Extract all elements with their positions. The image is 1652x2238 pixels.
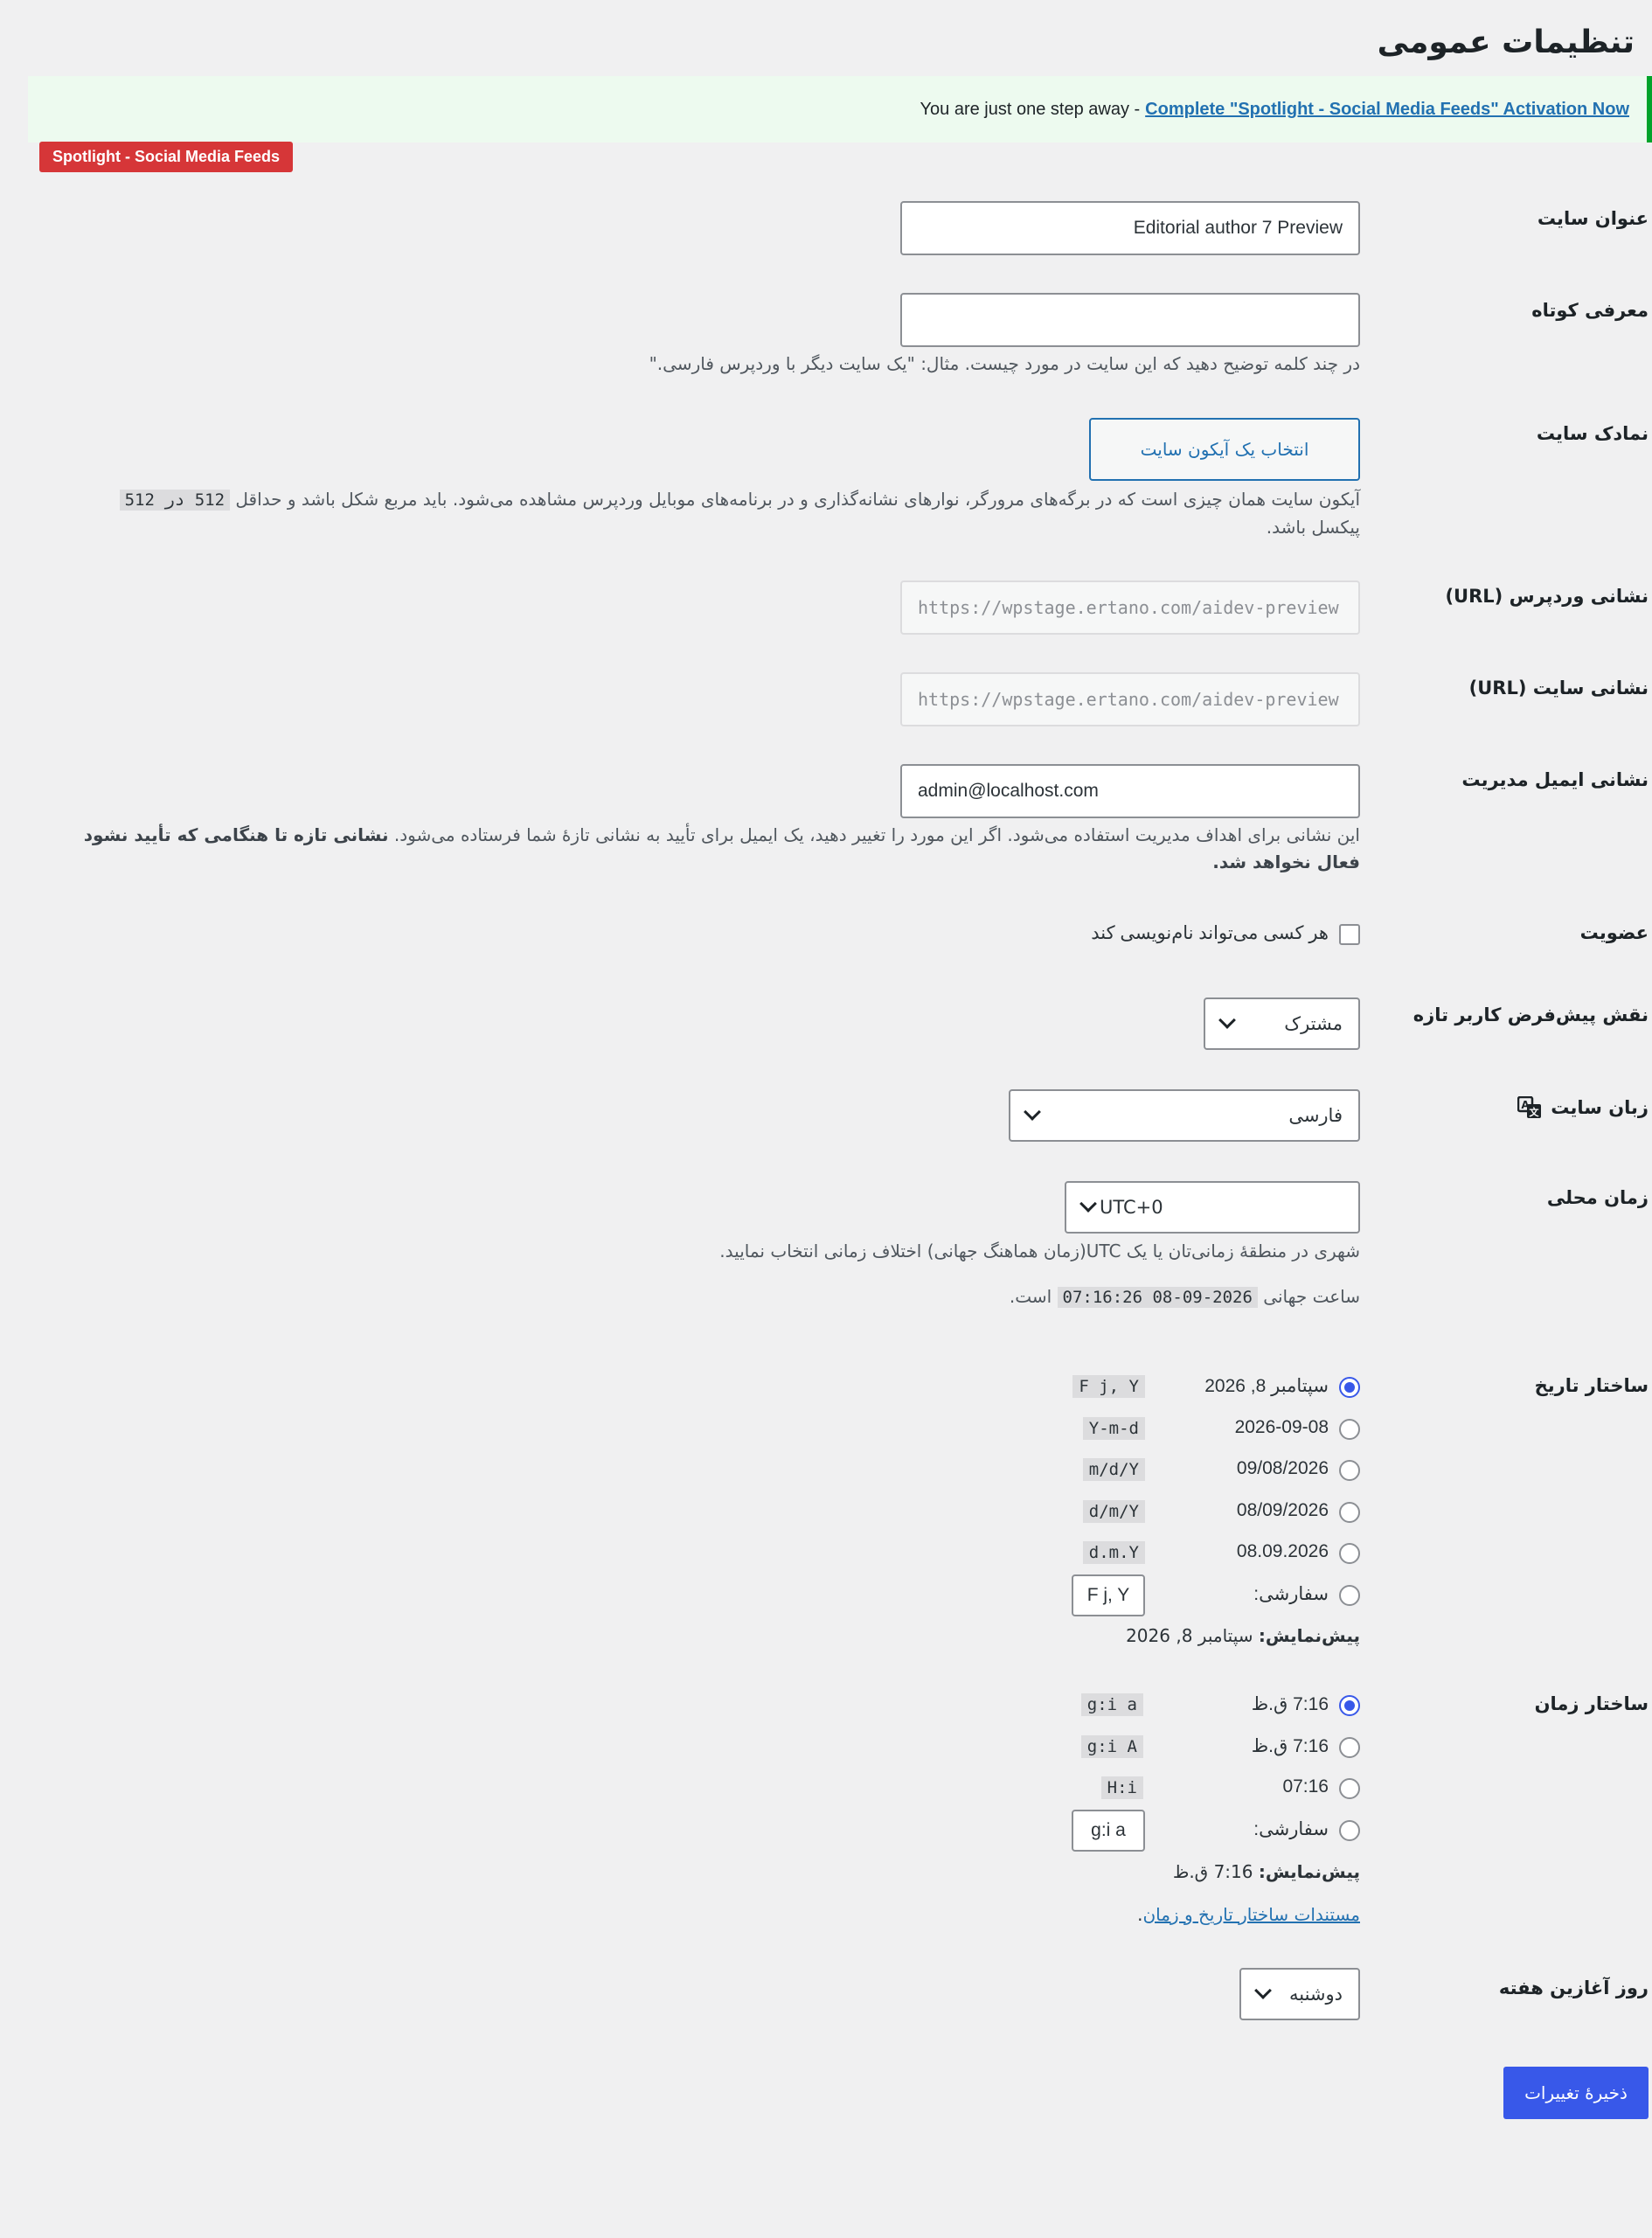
chevron-down-icon	[1079, 1195, 1097, 1213]
chevron-down-icon	[1218, 1011, 1236, 1029]
utc-suffix: است.	[1009, 1286, 1052, 1307]
date-format-option-code: d/m/Y	[1082, 1500, 1145, 1523]
default-role-value: مشترک	[1284, 1013, 1343, 1034]
utc-prefix: ساعت جهانی	[1263, 1286, 1360, 1307]
time-format-radio[interactable]	[1339, 1778, 1360, 1799]
date-format-custom-input[interactable]: F j, Y	[1072, 1574, 1145, 1616]
plugin-badge: Spotlight - Social Media Feeds	[39, 142, 294, 172]
site-icon-size-code: 512 در 512	[119, 490, 231, 511]
date-preview-value: سپتامبر 8, 2026	[1126, 1625, 1253, 1646]
date-format-option-text: سپتامبر 8, 2026	[1204, 1376, 1329, 1396]
site-title-label: عنوان سایت	[1537, 208, 1649, 229]
time-format-custom-radio[interactable]	[1339, 1820, 1360, 1841]
site-language-value: فارسی	[1288, 1105, 1343, 1126]
date-format-custom-radio[interactable]	[1339, 1585, 1360, 1606]
date-format-radio[interactable]	[1339, 1419, 1360, 1440]
date-format-radio[interactable]	[1339, 1377, 1360, 1398]
time-format-option-text: 7:16 ق.ظ	[1251, 1694, 1329, 1714]
site-icon-desc-a: آیکون سایت همان چیزی است که در برگه‌های …	[235, 489, 1360, 510]
date-time-docs-link[interactable]: مستندات ساختار تاریخ و زمان	[1142, 1904, 1360, 1925]
time-format-radio[interactable]	[1339, 1737, 1360, 1758]
tagline-label: معرفی کوتاه	[1531, 300, 1649, 321]
admin-email-description: این نشانی برای اهداف مدیریت استفاده می‌ش…	[52, 822, 1360, 876]
wp-url-label: نشانی وردپرس (URL)	[1445, 586, 1649, 607]
timezone-description: شهری در منطقهٔ زمانی‌تان یا یک UTC(زمان …	[719, 1241, 1360, 1261]
timezone-label: زمان محلی	[1546, 1187, 1649, 1208]
timezone-select[interactable]: UTC+0	[1065, 1181, 1360, 1234]
timezone-value: UTC+0	[1100, 1197, 1163, 1218]
time-format-preview: پیش‌نمایش: 7:16 ق.ظ	[1173, 1861, 1360, 1882]
site-language-select[interactable]: فارسی	[1009, 1089, 1360, 1142]
date-format-label: ساختار تاریخ	[1534, 1375, 1649, 1396]
admin-email-desc: این نشانی برای اهداف مدیریت استفاده می‌ش…	[393, 824, 1360, 845]
membership-label: عضویت	[1579, 922, 1649, 943]
date-format-option-code: F j, Y	[1072, 1375, 1145, 1398]
site-icon-description: آیکون سایت همان چیزی است که در برگه‌های …	[72, 486, 1360, 541]
week-start-value: دوشنبه	[1288, 1984, 1343, 2005]
notice-text: You are just one step away -	[920, 99, 1141, 119]
time-format-option-code: g:i a	[1080, 1693, 1143, 1716]
date-format-radio[interactable]	[1339, 1543, 1360, 1564]
date-format-option-code: m/d/Y	[1082, 1458, 1145, 1481]
chevron-down-icon	[1024, 1103, 1041, 1121]
site-icon-desc-b: پیکسل باشد.	[1266, 517, 1360, 538]
time-format-option-text: 7:16 ق.ظ	[1251, 1736, 1329, 1756]
default-role-label: نقش پیش‌فرض کاربر تازه	[1413, 1004, 1649, 1025]
translation-icon: A 文	[1517, 1096, 1542, 1118]
admin-email-input[interactable]: admin@localhost.com	[900, 764, 1360, 818]
site-url-label: نشانی سایت (URL)	[1468, 678, 1649, 699]
date-format-radio[interactable]	[1339, 1460, 1360, 1481]
time-preview-label: پیش‌نمایش:	[1258, 1861, 1360, 1882]
site-url-input[interactable]: https://wpstage.ertano.com/aidev-preview	[900, 672, 1360, 726]
date-format-preview: پیش‌نمایش: سپتامبر 8, 2026	[1126, 1625, 1360, 1646]
save-changes-button[interactable]: ذخیرهٔ تغییرات	[1503, 2067, 1649, 2119]
site-language-text: زبان سایت	[1551, 1097, 1649, 1118]
time-format-option-text: 07:16	[1282, 1776, 1329, 1797]
choose-site-icon-button[interactable]: انتخاب یک آیکون سایت	[1089, 418, 1360, 481]
date-preview-label: پیش‌نمایش:	[1258, 1625, 1360, 1646]
tagline-input[interactable]	[900, 293, 1360, 347]
date-format-option-text: 09/08/2026	[1236, 1458, 1329, 1478]
time-format-custom-input[interactable]: g:i a	[1072, 1810, 1145, 1852]
time-format-option-code: g:i A	[1080, 1735, 1143, 1758]
week-start-select[interactable]: دوشنبه	[1239, 1968, 1360, 2020]
time-format-option-code: H:i	[1100, 1776, 1143, 1799]
membership-checkbox[interactable]	[1339, 924, 1360, 945]
date-format-option-text: 08/09/2026	[1236, 1500, 1329, 1520]
date-time-docs: مستندات ساختار تاریخ و زمان.	[1137, 1904, 1360, 1925]
utc-time-info: ساعت جهانی 2026-09-08 07:16:26 است.	[573, 1283, 1360, 1311]
utc-time-code: 2026-09-08 07:16:26	[1057, 1287, 1258, 1308]
chevron-down-icon	[1254, 1982, 1272, 1999]
membership-checkbox-label: هر کسی می‌تواند نام‌نویسی کند	[1091, 923, 1329, 943]
date-format-custom-label: سفارشی:	[1253, 1584, 1329, 1604]
admin-email-label: نشانی ایمیل مدیریت	[1461, 769, 1649, 790]
tagline-description: در چند کلمه توضیح دهید که این سایت در مو…	[649, 353, 1360, 374]
time-format-label: ساختار زمان	[1534, 1693, 1649, 1714]
activation-link[interactable]: Complete "Spotlight - Social Media Feeds…	[1145, 100, 1629, 120]
activation-notice: You are just one step away - Complete "S…	[28, 76, 1652, 142]
site-title-input[interactable]: Editorial author 7 Preview	[900, 201, 1360, 255]
date-format-option-text: 08.09.2026	[1236, 1541, 1329, 1561]
date-format-radio[interactable]	[1339, 1502, 1360, 1523]
date-format-option-code: Y-m-d	[1082, 1417, 1145, 1440]
default-role-select[interactable]: مشترک	[1204, 997, 1360, 1050]
week-start-label: روز آغازین هفته	[1498, 1977, 1649, 1998]
date-format-option-code: d.m.Y	[1082, 1541, 1145, 1564]
time-format-custom-label: سفارشی:	[1253, 1819, 1329, 1839]
svg-text:文: 文	[1530, 1106, 1540, 1118]
page-title: تنظیمات عمومی	[1377, 24, 1635, 60]
site-icon-label: نمادک سایت	[1536, 423, 1649, 444]
date-format-option-text: 2026-09-08	[1234, 1417, 1329, 1437]
site-language-label: زبان سایت A 文	[1517, 1096, 1649, 1119]
wp-url-input[interactable]: https://wpstage.ertano.com/aidev-preview	[900, 580, 1360, 635]
time-format-radio[interactable]	[1339, 1695, 1360, 1716]
time-preview-value: 7:16 ق.ظ	[1172, 1861, 1253, 1882]
